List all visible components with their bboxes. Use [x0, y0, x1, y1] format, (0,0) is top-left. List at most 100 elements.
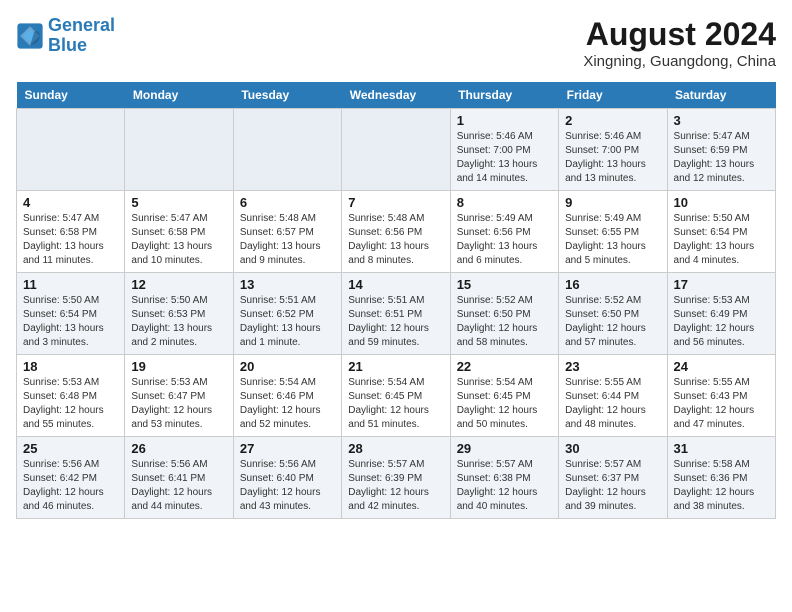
day-info: Sunrise: 5:56 AM Sunset: 6:41 PM Dayligh… — [131, 458, 226, 514]
day-info: Sunrise: 5:53 AM Sunset: 6:47 PM Dayligh… — [131, 376, 226, 432]
day-info: Sunrise: 5:54 AM Sunset: 6:45 PM Dayligh… — [348, 376, 443, 432]
calendar-cell: 27 Sunrise: 5:56 AM Sunset: 6:40 PM Dayli… — [233, 437, 341, 519]
day-number: 26 — [131, 441, 226, 456]
logo-text-line1: General — [48, 16, 115, 36]
day-number: 8 — [457, 195, 552, 210]
day-info: Sunrise: 5:57 AM Sunset: 6:39 PM Dayligh… — [348, 458, 443, 514]
day-number: 25 — [23, 441, 118, 456]
day-number: 13 — [240, 277, 335, 292]
day-info: Sunrise: 5:47 AM Sunset: 6:58 PM Dayligh… — [23, 212, 118, 268]
weekday-header-sunday: Sunday — [17, 82, 125, 109]
calendar-week-row: 4 Sunrise: 5:47 AM Sunset: 6:58 PM Daylig… — [17, 191, 776, 273]
day-number: 14 — [348, 277, 443, 292]
day-number: 29 — [457, 441, 552, 456]
day-info: Sunrise: 5:57 AM Sunset: 6:37 PM Dayligh… — [565, 458, 660, 514]
day-number: 5 — [131, 195, 226, 210]
calendar-table: SundayMondayTuesdayWednesdayThursdayFrid… — [16, 82, 776, 519]
calendar-cell: 4 Sunrise: 5:47 AM Sunset: 6:58 PM Daylig… — [17, 191, 125, 273]
day-info: Sunrise: 5:56 AM Sunset: 6:40 PM Dayligh… — [240, 458, 335, 514]
day-info: Sunrise: 5:58 AM Sunset: 6:36 PM Dayligh… — [674, 458, 769, 514]
weekday-header-friday: Friday — [559, 82, 667, 109]
calendar-cell — [17, 109, 125, 191]
weekday-header-tuesday: Tuesday — [233, 82, 341, 109]
calendar-cell: 9 Sunrise: 5:49 AM Sunset: 6:55 PM Daylig… — [559, 191, 667, 273]
month-year: August 2024 — [583, 16, 776, 53]
day-number: 9 — [565, 195, 660, 210]
day-info: Sunrise: 5:50 AM Sunset: 6:54 PM Dayligh… — [674, 212, 769, 268]
day-info: Sunrise: 5:51 AM Sunset: 6:52 PM Dayligh… — [240, 294, 335, 350]
day-number: 17 — [674, 277, 769, 292]
day-number: 2 — [565, 113, 660, 128]
weekday-header-thursday: Thursday — [450, 82, 558, 109]
calendar-week-row: 11Sunrise: 5:50 AM Sunset: 6:54 PM Dayli… — [17, 273, 776, 355]
logo: General Blue — [16, 16, 115, 56]
page-header: General Blue August 2024 Xingning, Guang… — [16, 16, 776, 70]
day-info: Sunrise: 5:54 AM Sunset: 6:45 PM Dayligh… — [457, 376, 552, 432]
day-info: Sunrise: 5:57 AM Sunset: 6:38 PM Dayligh… — [457, 458, 552, 514]
calendar-cell: 16 Sunrise: 5:52 AM Sunset: 6:50 PM Dayli… — [559, 273, 667, 355]
day-number: 24 — [674, 359, 769, 374]
day-number: 23 — [565, 359, 660, 374]
day-info: Sunrise: 5:49 AM Sunset: 6:55 PM Dayligh… — [565, 212, 660, 268]
calendar-cell: 31 Sunrise: 5:58 AM Sunset: 6:36 PM Dayli… — [667, 437, 775, 519]
day-number: 12 — [131, 277, 226, 292]
weekday-header-row: SundayMondayTuesdayWednesdayThursdayFrid… — [17, 82, 776, 109]
calendar-cell: 7 Sunrise: 5:48 AM Sunset: 6:56 PM Daylig… — [342, 191, 450, 273]
weekday-header-monday: Monday — [125, 82, 233, 109]
day-info: Sunrise: 5:55 AM Sunset: 6:44 PM Dayligh… — [565, 376, 660, 432]
calendar-cell: 23 Sunrise: 5:55 AM Sunset: 6:44 PM Dayli… — [559, 355, 667, 437]
day-info: Sunrise: 5:52 AM Sunset: 6:50 PM Dayligh… — [457, 294, 552, 350]
calendar-cell: 29 Sunrise: 5:57 AM Sunset: 6:38 PM Dayli… — [450, 437, 558, 519]
day-info: Sunrise: 5:50 AM Sunset: 6:53 PM Dayligh… — [131, 294, 226, 350]
day-info: Sunrise: 5:46 AM Sunset: 7:00 PM Dayligh… — [565, 130, 660, 186]
day-info: Sunrise: 5:54 AM Sunset: 6:46 PM Dayligh… — [240, 376, 335, 432]
calendar-cell — [342, 109, 450, 191]
title-block: August 2024 Xingning, Guangdong, China — [583, 16, 776, 70]
weekday-header-wednesday: Wednesday — [342, 82, 450, 109]
calendar-cell — [233, 109, 341, 191]
calendar-cell: 8 Sunrise: 5:49 AM Sunset: 6:56 PM Daylig… — [450, 191, 558, 273]
calendar-cell: 5 Sunrise: 5:47 AM Sunset: 6:58 PM Daylig… — [125, 191, 233, 273]
calendar-cell: 20 Sunrise: 5:54 AM Sunset: 6:46 PM Dayli… — [233, 355, 341, 437]
calendar-cell: 17 Sunrise: 5:53 AM Sunset: 6:49 PM Dayli… — [667, 273, 775, 355]
calendar-week-row: 1 Sunrise: 5:46 AM Sunset: 7:00 PM Daylig… — [17, 109, 776, 191]
day-info: Sunrise: 5:49 AM Sunset: 6:56 PM Dayligh… — [457, 212, 552, 268]
day-number: 1 — [457, 113, 552, 128]
calendar-cell: 21 Sunrise: 5:54 AM Sunset: 6:45 PM Dayli… — [342, 355, 450, 437]
day-info: Sunrise: 5:52 AM Sunset: 6:50 PM Dayligh… — [565, 294, 660, 350]
day-info: Sunrise: 5:46 AM Sunset: 7:00 PM Dayligh… — [457, 130, 552, 186]
day-number: 15 — [457, 277, 552, 292]
day-info: Sunrise: 5:48 AM Sunset: 6:56 PM Dayligh… — [348, 212, 443, 268]
day-number: 7 — [348, 195, 443, 210]
day-number: 21 — [348, 359, 443, 374]
day-number: 6 — [240, 195, 335, 210]
calendar-cell: 24 Sunrise: 5:55 AM Sunset: 6:43 PM Dayli… — [667, 355, 775, 437]
calendar-cell: 3Sunrise: 5:47 AM Sunset: 6:59 PM Daylig… — [667, 109, 775, 191]
calendar-cell: 1 Sunrise: 5:46 AM Sunset: 7:00 PM Daylig… — [450, 109, 558, 191]
calendar-cell: 11Sunrise: 5:50 AM Sunset: 6:54 PM Dayli… — [17, 273, 125, 355]
calendar-cell: 26 Sunrise: 5:56 AM Sunset: 6:41 PM Dayli… — [125, 437, 233, 519]
weekday-header-saturday: Saturday — [667, 82, 775, 109]
logo-text-line2: Blue — [48, 36, 115, 56]
day-info: Sunrise: 5:53 AM Sunset: 6:48 PM Dayligh… — [23, 376, 118, 432]
day-number: 20 — [240, 359, 335, 374]
day-number: 16 — [565, 277, 660, 292]
calendar-cell: 22Sunrise: 5:54 AM Sunset: 6:45 PM Dayli… — [450, 355, 558, 437]
day-number: 4 — [23, 195, 118, 210]
day-number: 19 — [131, 359, 226, 374]
calendar-cell: 15 Sunrise: 5:52 AM Sunset: 6:50 PM Dayli… — [450, 273, 558, 355]
location: Xingning, Guangdong, China — [583, 53, 776, 70]
day-number: 3 — [674, 113, 769, 128]
day-number: 31 — [674, 441, 769, 456]
calendar-cell: 12 Sunrise: 5:50 AM Sunset: 6:53 PM Dayli… — [125, 273, 233, 355]
day-info: Sunrise: 5:53 AM Sunset: 6:49 PM Dayligh… — [674, 294, 769, 350]
calendar-cell — [125, 109, 233, 191]
day-info: Sunrise: 5:55 AM Sunset: 6:43 PM Dayligh… — [674, 376, 769, 432]
calendar-cell: 30Sunrise: 5:57 AM Sunset: 6:37 PM Dayli… — [559, 437, 667, 519]
calendar-cell: 6Sunrise: 5:48 AM Sunset: 6:57 PM Daylig… — [233, 191, 341, 273]
calendar-cell: 10Sunrise: 5:50 AM Sunset: 6:54 PM Dayli… — [667, 191, 775, 273]
day-info: Sunrise: 5:47 AM Sunset: 6:58 PM Dayligh… — [131, 212, 226, 268]
calendar-cell: 18Sunrise: 5:53 AM Sunset: 6:48 PM Dayli… — [17, 355, 125, 437]
day-number: 27 — [240, 441, 335, 456]
calendar-week-row: 25Sunrise: 5:56 AM Sunset: 6:42 PM Dayli… — [17, 437, 776, 519]
